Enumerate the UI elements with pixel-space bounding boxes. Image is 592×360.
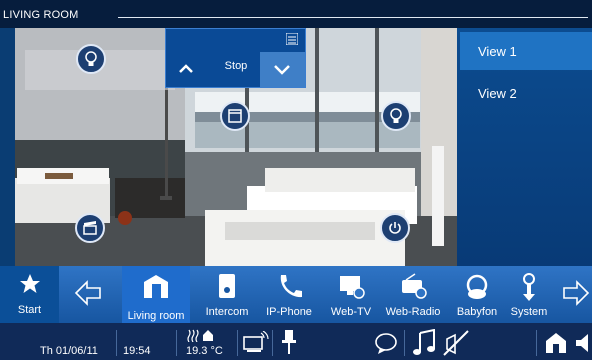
light-button-left[interactable]	[76, 44, 106, 74]
home-key-icon[interactable]	[543, 329, 569, 355]
dock-item-system[interactable]: System	[506, 266, 552, 323]
status-divider	[404, 330, 405, 356]
pacifier-icon	[466, 274, 488, 299]
menu-icon[interactable]	[286, 33, 298, 45]
status-temperature: 19.3 °C	[186, 345, 223, 357]
title-bar: LIVING ROOM	[0, 0, 592, 28]
status-divider	[237, 330, 238, 356]
tv-icon	[340, 276, 365, 299]
arrow-right-icon	[563, 280, 590, 306]
intercom-icon	[219, 274, 235, 298]
music-note-icon[interactable]	[412, 329, 438, 357]
shade-down-button[interactable]	[260, 52, 305, 87]
speaker-icon[interactable]	[574, 332, 592, 354]
dock-label-web-tv: Web-TV	[330, 306, 372, 318]
view-1-label: View 1	[478, 44, 517, 59]
phone-icon	[280, 275, 302, 298]
view-2-label: View 2	[478, 86, 517, 101]
power-icon	[389, 222, 401, 234]
blind-button[interactable]	[220, 101, 250, 131]
view-list: View 1 View 2	[457, 28, 592, 266]
status-divider	[536, 330, 537, 356]
shade-stop-button[interactable]: Stop	[214, 60, 258, 72]
title-divider	[118, 17, 588, 18]
status-time: 19:54	[123, 345, 151, 357]
clapperboard-icon	[83, 221, 97, 235]
shade-up-button[interactable]	[166, 52, 206, 87]
dock-item-web-radio[interactable]: Web-Radio	[381, 266, 445, 323]
start-label: Start	[17, 304, 42, 316]
dock-item-babyfon[interactable]: Babyfon	[448, 266, 506, 323]
light-bulb-icon	[390, 108, 402, 123]
status-date: Th 01/06/11	[40, 345, 98, 357]
arrow-left-icon	[74, 280, 101, 306]
dock-prev-button[interactable]	[62, 266, 114, 323]
chevron-up-icon	[179, 64, 193, 73]
light-bulb-icon	[85, 51, 97, 66]
light-button-right[interactable]	[381, 101, 411, 131]
dock-label-system: System	[510, 306, 548, 318]
dock-label-babyfon: Babyfon	[456, 306, 498, 318]
dock-label-living-room: Living room	[127, 310, 185, 322]
message-icon[interactable]	[374, 331, 402, 355]
window-blind-icon	[228, 109, 242, 123]
dock-item-ip-phone[interactable]: IP-Phone	[258, 266, 320, 323]
system-tool-icon	[523, 273, 535, 301]
status-divider	[116, 330, 117, 356]
shade-control-panel: Stop	[165, 28, 306, 88]
heating-house-icon	[187, 329, 213, 342]
chevron-down-icon	[274, 65, 290, 75]
status-divider	[176, 330, 177, 356]
view-2-item[interactable]: View 2	[460, 74, 592, 112]
star-icon	[19, 274, 40, 293]
status-divider	[272, 330, 273, 356]
pin-icon[interactable]	[280, 328, 298, 356]
room-title: LIVING ROOM	[3, 9, 79, 21]
dock-label-intercom: Intercom	[205, 306, 249, 318]
power-button[interactable]	[380, 213, 410, 243]
start-button[interactable]: Start	[0, 266, 59, 323]
dock-next-button[interactable]	[560, 266, 592, 323]
status-bar: Th 01/06/11 19:54 19.3 °C	[0, 323, 592, 360]
room-door-icon	[144, 275, 168, 298]
dock-item-intercom[interactable]: Intercom	[196, 266, 258, 323]
dock-item-living-room[interactable]: Living room	[122, 266, 190, 323]
mute-alarm-icon[interactable]	[442, 329, 470, 357]
dock-label-ip-phone: IP-Phone	[266, 306, 312, 318]
display-icon[interactable]	[241, 331, 269, 355]
radio-icon	[402, 273, 427, 299]
view-1-item[interactable]: View 1	[460, 32, 592, 70]
dock-item-web-tv[interactable]: Web-TV	[322, 266, 380, 323]
scene-button[interactable]	[75, 213, 105, 243]
app-dock: Start Living room Intercom IP-Phone Web-…	[0, 266, 592, 323]
dock-label-web-radio: Web-Radio	[385, 306, 441, 318]
